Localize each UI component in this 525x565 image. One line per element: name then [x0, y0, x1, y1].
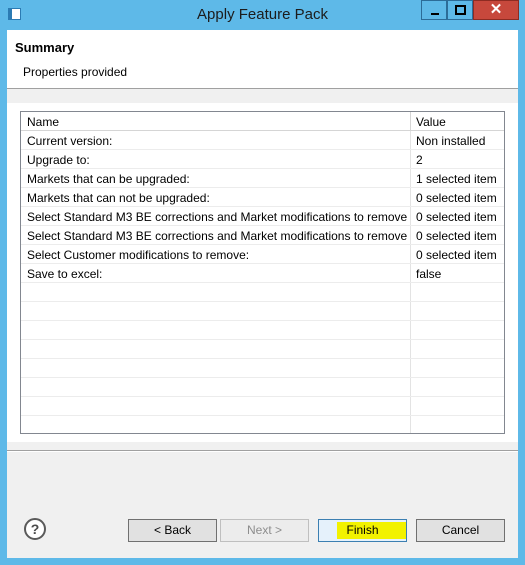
next-button: Next >	[220, 519, 309, 542]
empty-table-row	[21, 283, 504, 302]
table-row[interactable]: Markets that can be upgraded: 1 selected…	[21, 169, 504, 188]
row-name: Current version:	[27, 134, 113, 148]
row-value: 0 selected item	[416, 191, 497, 205]
row-name: Markets that can be upgraded:	[27, 172, 190, 186]
row-name: Select Standard M3 BE corrections and Ma…	[27, 210, 407, 224]
table-row[interactable]: Current version: Non installed	[21, 131, 504, 150]
row-value: 2	[416, 153, 423, 167]
close-button[interactable]: ✕	[473, 0, 519, 20]
row-value: false	[416, 267, 442, 281]
properties-table[interactable]: Name Value Current version: Non installe…	[20, 111, 505, 434]
wizard-content: Name Value Current version: Non installe…	[7, 103, 518, 442]
table-header: Name Value	[21, 112, 504, 131]
empty-table-row	[21, 378, 504, 397]
page-title: Summary	[15, 40, 75, 55]
empty-table-row	[21, 321, 504, 340]
empty-table-row	[21, 302, 504, 321]
row-value: 0 selected item	[416, 248, 497, 262]
wizard-header: Summary Properties provided	[7, 30, 518, 89]
minimize-button[interactable]	[421, 0, 447, 20]
table-row[interactable]: Select Standard M3 BE corrections and Ma…	[21, 226, 504, 245]
table-row[interactable]: Select Customer modifications to remove:…	[21, 245, 504, 264]
back-button[interactable]: < Back	[128, 519, 217, 542]
button-bar-separator	[7, 450, 518, 452]
help-icon[interactable]: ?	[24, 518, 46, 540]
title-bar[interactable]: Apply Feature Pack ✕	[0, 0, 525, 30]
close-icon: ✕	[489, 1, 503, 18]
table-row[interactable]: Select Standard M3 BE corrections and Ma…	[21, 207, 504, 226]
finish-button-label: Finish	[346, 523, 379, 537]
empty-table-row	[21, 397, 504, 416]
column-header-value[interactable]: Value	[416, 115, 446, 129]
row-name: Markets that can not be upgraded:	[27, 191, 210, 205]
table-row[interactable]: Upgrade to: 2	[21, 150, 504, 169]
row-value: Non installed	[416, 134, 486, 148]
row-name: Select Standard M3 BE corrections and Ma…	[27, 229, 407, 243]
row-value: 0 selected item	[416, 229, 497, 243]
dialog-client-area: Summary Properties provided Name Value C…	[7, 30, 518, 558]
minimize-icon	[431, 13, 439, 15]
empty-table-row	[21, 359, 504, 378]
table-row[interactable]: Save to excel: false	[21, 264, 504, 283]
dialog-window: Apply Feature Pack ✕ Summary Properties …	[0, 0, 525, 565]
row-name: Select Customer modifications to remove:	[27, 248, 250, 262]
empty-table-row	[21, 340, 504, 359]
column-resize-handle[interactable]	[410, 112, 411, 131]
cancel-button[interactable]: Cancel	[416, 519, 505, 542]
maximize-icon	[455, 5, 466, 15]
page-description: Properties provided	[23, 65, 128, 79]
row-name: Save to excel:	[27, 267, 103, 281]
row-value: 1 selected item	[416, 172, 497, 186]
column-header-name[interactable]: Name	[27, 115, 59, 129]
maximize-button[interactable]	[447, 0, 473, 20]
table-row[interactable]: Markets that can not be upgraded: 0 sele…	[21, 188, 504, 207]
row-value: 0 selected item	[416, 210, 497, 224]
row-name: Upgrade to:	[27, 153, 90, 167]
